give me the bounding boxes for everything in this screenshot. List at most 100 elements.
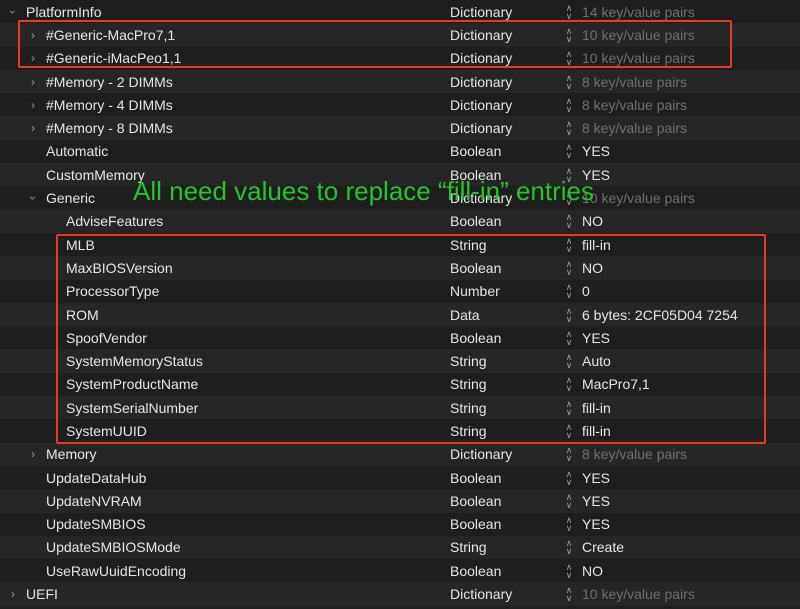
updown-chevron-icon[interactable]: ∧ ∨: [563, 306, 575, 323]
updown-chevron-icon[interactable]: ∧ ∨: [563, 399, 575, 416]
plist-row[interactable]: › #Generic-MacPro7,1 Dictionary ∧ ∨ 10 key/va…: [0, 23, 800, 47]
updown-chevron-icon[interactable]: ∧ ∨: [563, 236, 575, 253]
updown-chevron-icon[interactable]: ∧ ∨: [563, 329, 575, 346]
row-value[interactable]: YES: [582, 470, 610, 486]
updown-chevron-icon[interactable]: ∧ ∨: [563, 539, 575, 556]
updown-chevron-icon[interactable]: ∧ ∨: [563, 283, 575, 300]
updown-chevron-icon[interactable]: ∧ ∨: [563, 3, 575, 20]
chevron-right-icon[interactable]: ›: [26, 98, 40, 112]
updown-chevron-icon[interactable]: ∧ ∨: [563, 353, 575, 370]
plist-row[interactable]: Automatic Boolean ∧ ∨ YES: [0, 140, 800, 163]
row-type[interactable]: Dictionary: [450, 27, 512, 43]
row-value[interactable]: Create: [582, 539, 624, 555]
row-value[interactable]: NO: [582, 563, 603, 579]
row-value[interactable]: 10 key/value pairs: [582, 50, 695, 66]
chevron-right-icon[interactable]: ›: [26, 75, 40, 89]
row-value[interactable]: YES: [582, 143, 610, 159]
row-value[interactable]: YES: [582, 516, 610, 532]
row-value[interactable]: 10 key/value pairs: [582, 27, 695, 43]
row-value[interactable]: 10 key/value pairs: [582, 586, 695, 602]
chevron-down-icon[interactable]: ›: [6, 5, 20, 19]
row-type[interactable]: String: [450, 353, 487, 369]
row-value[interactable]: 8 key/value pairs: [582, 120, 687, 136]
row-value[interactable]: 6 bytes: 2CF05D04 7254: [582, 307, 738, 323]
plist-row[interactable]: UpdateSMBIOSMode String ∧ ∨ Create: [0, 535, 800, 560]
plist-row[interactable]: › UEFI Dictionary ∧ ∨ 10 key/value pairs: [0, 582, 800, 606]
plist-row[interactable]: UseRawUuidEncoding Boolean ∧ ∨ NO: [0, 559, 800, 582]
updown-chevron-icon[interactable]: ∧ ∨: [563, 143, 575, 160]
plist-row[interactable]: › #Memory - 2 DIMMs Dictionary ∧ ∨ 8 key/valu…: [0, 69, 800, 94]
row-value[interactable]: MacPro7,1: [582, 376, 650, 392]
row-type[interactable]: Boolean: [450, 213, 501, 229]
plist-row[interactable]: › #Memory - 8 DIMMs Dictionary ∧ ∨ 8 key/valu…: [0, 116, 800, 140]
plist-row[interactable]: › Memory Dictionary ∧ ∨ 8 key/value pairs: [0, 442, 800, 466]
plist-row[interactable]: UpdateSMBIOS Boolean ∧ ∨ YES: [0, 513, 800, 536]
chevron-right-icon[interactable]: ›: [26, 51, 40, 65]
row-value[interactable]: fill-in: [582, 237, 611, 253]
row-type[interactable]: Boolean: [450, 143, 501, 159]
updown-chevron-icon[interactable]: ∧ ∨: [563, 26, 575, 43]
row-type[interactable]: Boolean: [450, 260, 501, 276]
plist-row[interactable]: SystemProductName String ∧ ∨ MacPro7,1: [0, 373, 800, 396]
updown-chevron-icon[interactable]: ∧ ∨: [563, 562, 575, 579]
row-value[interactable]: Auto: [582, 353, 611, 369]
plist-row[interactable]: SystemSerialNumber String ∧ ∨ fill-in: [0, 396, 800, 420]
row-type[interactable]: String: [450, 539, 487, 555]
updown-chevron-icon[interactable]: ∧ ∨: [563, 586, 575, 603]
updown-chevron-icon[interactable]: ∧ ∨: [563, 376, 575, 393]
row-value[interactable]: 8 key/value pairs: [582, 97, 687, 113]
row-type[interactable]: Dictionary: [450, 446, 512, 462]
row-value[interactable]: NO: [582, 260, 603, 276]
row-type[interactable]: Dictionary: [450, 586, 512, 602]
row-type[interactable]: String: [450, 423, 487, 439]
updown-chevron-icon[interactable]: ∧ ∨: [563, 213, 575, 230]
updown-chevron-icon[interactable]: ∧ ∨: [563, 492, 575, 509]
row-type[interactable]: Boolean: [450, 470, 501, 486]
plist-row[interactable]: › #Memory - 4 DIMMs Dictionary ∧ ∨ 8 key/valu…: [0, 93, 800, 116]
row-type[interactable]: Number: [450, 283, 500, 299]
updown-chevron-icon[interactable]: ∧ ∨: [563, 50, 575, 67]
chevron-right-icon[interactable]: ›: [6, 587, 20, 601]
row-value[interactable]: NO: [582, 213, 603, 229]
plist-row[interactable]: SystemMemoryStatus String ∧ ∨ Auto: [0, 349, 800, 373]
row-value[interactable]: YES: [582, 493, 610, 509]
plist-row[interactable]: › #Generic-iMacPeo1,1 Dictionary ∧ ∨ 10 key/v…: [0, 47, 800, 70]
row-type[interactable]: Boolean: [450, 563, 501, 579]
plist-row[interactable]: UpdateDataHub Boolean ∧ ∨ YES: [0, 466, 800, 489]
row-value[interactable]: fill-in: [582, 400, 611, 416]
plist-row[interactable]: SpoofVendor Boolean ∧ ∨ YES: [0, 326, 800, 349]
row-value[interactable]: 8 key/value pairs: [582, 446, 687, 462]
row-value[interactable]: 14 key/value pairs: [582, 4, 695, 20]
row-value[interactable]: 0: [582, 283, 590, 299]
plist-row[interactable]: SystemUUID String ∧ ∨ fill-in: [0, 419, 800, 442]
row-type[interactable]: Boolean: [450, 516, 501, 532]
row-type[interactable]: String: [450, 400, 487, 416]
row-type[interactable]: String: [450, 376, 487, 392]
chevron-right-icon[interactable]: ›: [26, 447, 40, 461]
plist-row[interactable]: MaxBIOSVersion Boolean ∧ ∨ NO: [0, 256, 800, 280]
row-type[interactable]: Boolean: [450, 330, 501, 346]
plist-row[interactable]: UpdateNVRAM Boolean ∧ ∨ YES: [0, 489, 800, 513]
row-type[interactable]: Dictionary: [450, 50, 512, 66]
updown-chevron-icon[interactable]: ∧ ∨: [563, 446, 575, 463]
row-value[interactable]: 10 key/value pairs: [582, 190, 695, 206]
plist-row[interactable]: AdviseFeatures Boolean ∧ ∨ NO: [0, 209, 800, 233]
updown-chevron-icon[interactable]: ∧ ∨: [563, 469, 575, 486]
updown-chevron-icon[interactable]: ∧ ∨: [563, 422, 575, 439]
plist-row[interactable]: ProcessorType Number ∧ ∨ 0: [0, 280, 800, 303]
updown-chevron-icon[interactable]: ∧ ∨: [563, 120, 575, 137]
row-type[interactable]: String: [450, 237, 487, 253]
updown-chevron-icon[interactable]: ∧ ∨: [563, 96, 575, 113]
row-type[interactable]: Boolean: [450, 493, 501, 509]
plist-row[interactable]: ROM Data ∧ ∨ 6 bytes: 2CF05D04 7254: [0, 302, 800, 327]
row-type[interactable]: Dictionary: [450, 74, 512, 90]
updown-chevron-icon[interactable]: ∧ ∨: [563, 516, 575, 533]
updown-chevron-icon[interactable]: ∧ ∨: [563, 73, 575, 90]
chevron-right-icon[interactable]: ›: [26, 28, 40, 42]
chevron-down-icon[interactable]: ›: [26, 191, 40, 205]
row-value[interactable]: fill-in: [582, 423, 611, 439]
row-type[interactable]: Dictionary: [450, 97, 512, 113]
row-type[interactable]: Data: [450, 307, 480, 323]
row-value[interactable]: YES: [582, 330, 610, 346]
row-value[interactable]: 8 key/value pairs: [582, 74, 687, 90]
